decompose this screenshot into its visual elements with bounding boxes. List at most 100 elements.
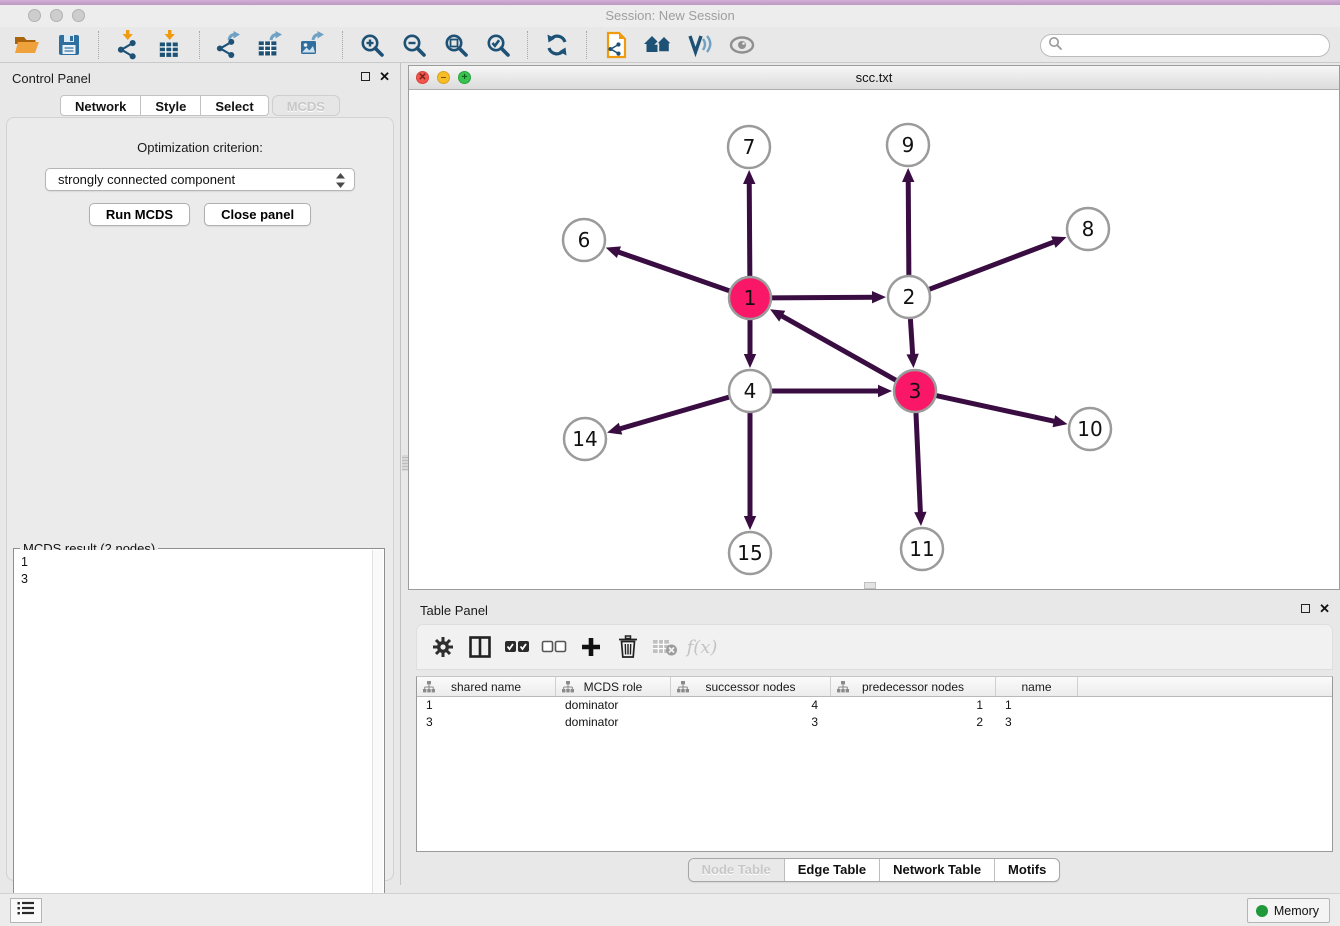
mcds-result-list[interactable]: 13 [15, 550, 383, 924]
tab-node-table[interactable]: Node Table [689, 859, 784, 881]
save-icon[interactable] [52, 30, 86, 60]
table-cell[interactable]: dominator [556, 697, 671, 714]
toolbar-separator [98, 31, 99, 59]
node-label-1: 1 [744, 286, 757, 310]
mcds-result-scrollbar[interactable] [372, 550, 383, 924]
edge-3-1[interactable] [780, 315, 897, 381]
tab-network[interactable]: Network [60, 95, 141, 116]
traffic-lights[interactable] [28, 9, 85, 22]
float-table-panel-icon[interactable] [1301, 604, 1310, 613]
control-panel: Control Panel ✕ NetworkStyleSelectMCDS O… [0, 63, 400, 885]
edge-1-6[interactable] [616, 251, 730, 291]
table-cell[interactable]: 3 [417, 714, 556, 731]
canvas-scroll-grip[interactable] [864, 582, 876, 589]
home-icon[interactable] [641, 30, 675, 60]
column-header-shared-name[interactable]: shared name [417, 677, 556, 696]
close-table-panel-icon[interactable]: ✕ [1319, 603, 1330, 614]
node-label-6: 6 [578, 228, 591, 252]
deselect-all-icon[interactable] [540, 633, 568, 661]
zoom-out-icon[interactable] [397, 30, 431, 60]
table-cell[interactable]: 2 [831, 714, 996, 731]
zoom-fit-icon[interactable] [439, 30, 473, 60]
network-canvas[interactable]: 7968124314101511 [409, 90, 1339, 589]
import-network-icon[interactable] [111, 30, 145, 60]
open-folder-icon[interactable] [10, 30, 44, 60]
edge-arrow-icon [906, 354, 918, 368]
tab-mcds[interactable]: MCDS [272, 95, 340, 116]
minimize-window-button[interactable] [50, 9, 63, 22]
table-cell[interactable]: 4 [671, 697, 831, 714]
zoom-window-button[interactable] [72, 9, 85, 22]
vizmapper-icon[interactable] [683, 30, 717, 60]
tab-motifs[interactable]: Motifs [994, 859, 1059, 881]
task-list-icon [17, 900, 35, 921]
table-cell[interactable]: dominator [556, 714, 671, 731]
new-network-icon[interactable] [599, 30, 633, 60]
table-cell[interactable]: 1 [996, 697, 1078, 714]
table-row[interactable]: 1dominator411 [417, 697, 1332, 714]
export-table-icon[interactable] [254, 30, 288, 60]
network-window-titlebar[interactable]: ✕ – + scc.txt [409, 66, 1339, 90]
close-panel-button[interactable]: Close panel [204, 203, 311, 226]
edge-arrow-icon [878, 385, 892, 397]
column-header-name[interactable]: name [996, 677, 1078, 696]
edge-3-10[interactable] [936, 395, 1057, 421]
export-network-icon[interactable] [212, 30, 246, 60]
optimization-label: Optimization criterion: [7, 140, 393, 155]
search-input[interactable] [1063, 37, 1329, 55]
trash-icon[interactable] [614, 633, 642, 661]
optimization-select[interactable]: strongly connected component [45, 168, 355, 191]
edge-arrow-icon [914, 512, 926, 526]
edge-4-14[interactable] [618, 397, 730, 430]
edge-2-3[interactable] [910, 318, 912, 357]
task-history-button[interactable] [10, 898, 42, 923]
delete-table-icon [651, 633, 679, 661]
tab-select[interactable]: Select [201, 95, 268, 116]
table-cell[interactable]: 3 [671, 714, 831, 731]
edge-1-2[interactable] [771, 297, 875, 298]
node-label-14: 14 [572, 427, 597, 451]
column-header-MCDS-role[interactable]: MCDS role [556, 677, 671, 696]
search-box[interactable] [1040, 34, 1330, 57]
edge-2-9[interactable] [908, 179, 909, 276]
network-close-icon[interactable]: ✕ [416, 71, 429, 84]
network-maximize-icon[interactable]: + [458, 71, 471, 84]
float-panel-icon[interactable] [361, 72, 370, 81]
select-all-icon[interactable] [503, 633, 531, 661]
tab-style[interactable]: Style [141, 95, 201, 116]
close-panel-icon[interactable]: ✕ [379, 71, 390, 82]
toolbar-separator [527, 31, 528, 59]
columns-icon[interactable] [466, 633, 494, 661]
function-icon: f(x) [688, 633, 716, 661]
zoom-in-icon[interactable] [355, 30, 389, 60]
tab-network-table[interactable]: Network Table [879, 859, 994, 881]
control-panel-title: Control Panel [12, 71, 91, 86]
column-header-successor-nodes[interactable]: successor nodes [671, 677, 831, 696]
network-view-window: ✕ – + scc.txt 7968124314101511 [408, 65, 1340, 590]
add-icon[interactable] [577, 633, 605, 661]
edge-arrow-icon [902, 168, 914, 182]
memory-button[interactable]: Memory [1247, 898, 1330, 923]
table-row[interactable]: 3dominator323 [417, 714, 1332, 731]
refresh-icon[interactable] [540, 30, 574, 60]
close-window-button[interactable] [28, 9, 41, 22]
gear-icon[interactable] [429, 633, 457, 661]
column-header-predecessor-nodes[interactable]: predecessor nodes [831, 677, 996, 696]
edge-2-8[interactable] [929, 241, 1057, 289]
table-cell[interactable]: 3 [996, 714, 1078, 731]
tab-edge-table[interactable]: Edge Table [784, 859, 879, 881]
import-table-icon[interactable] [153, 30, 187, 60]
table-cell[interactable]: 1 [417, 697, 556, 714]
edge-arrow-icon [1053, 415, 1068, 427]
mcds-result-item[interactable]: 3 [21, 571, 383, 588]
export-image-icon[interactable] [296, 30, 330, 60]
network-minimize-icon[interactable]: – [437, 71, 450, 84]
edge-3-11[interactable] [916, 412, 921, 515]
run-mcds-button[interactable]: Run MCDS [89, 203, 190, 226]
zoom-selected-icon[interactable] [481, 30, 515, 60]
table-cell[interactable]: 1 [831, 697, 996, 714]
vertical-splitter[interactable] [400, 63, 408, 885]
edge-1-7[interactable] [749, 181, 750, 277]
eye-icon[interactable] [725, 30, 759, 60]
mcds-result-item[interactable]: 1 [21, 554, 383, 571]
